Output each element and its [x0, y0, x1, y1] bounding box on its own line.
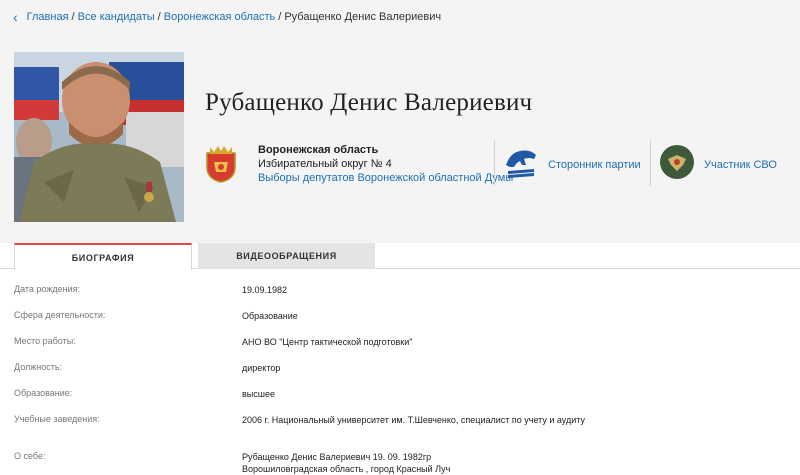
region-name: Воронежская область: [258, 144, 379, 156]
breadcrumb-separator: /: [157, 11, 161, 23]
party-bear-logo-icon: [504, 145, 538, 184]
bio-label: Дата рождения:: [14, 284, 80, 294]
party-supporter-badge[interactable]: Сторонник партии: [504, 145, 641, 184]
bio-label: Сфера деятельности:: [14, 310, 106, 320]
bio-label: Образование:: [14, 388, 73, 398]
bio-label: Должность:: [14, 362, 63, 372]
divider: [494, 140, 495, 186]
breadcrumb-all-candidates[interactable]: Все кандидаты: [78, 11, 155, 23]
svo-participant-badge[interactable]: Участник СВО: [660, 145, 777, 184]
bio-label: Учебные заведения:: [14, 414, 100, 424]
bio-label: Место работы:: [14, 336, 76, 346]
bio-value: 19.09.1982: [242, 285, 288, 295]
bio-value: АНО ВО "Центр тактической подготовки": [242, 337, 413, 347]
region-crest-icon: [204, 145, 238, 183]
bio-value: Образование: [242, 311, 298, 321]
bio-label: О себе:: [14, 451, 46, 461]
breadcrumb-separator: /: [278, 11, 282, 23]
bio-value: 2006 г. Национальный университет им. Т.Ш…: [242, 415, 586, 425]
tab-video[interactable]: ВИДЕООБРАЩЕНИЯ: [198, 243, 375, 269]
candidate-photo: [14, 52, 184, 222]
breadcrumb-region[interactable]: Воронежская область: [164, 11, 276, 23]
election-link[interactable]: Выборы депутатов Воронежской областной Д…: [258, 172, 513, 184]
breadcrumb-separator: /: [71, 11, 75, 23]
candidate-region-block: Воронежская область Избирательный округ …: [258, 143, 513, 185]
bio-value: высшее: [242, 389, 275, 399]
about-line: Рубащенко Денис Валериевич 19. 09. 1982г…: [242, 452, 432, 462]
about-line: Ворошиловградская область , город Красны…: [242, 464, 451, 474]
bio-value: Рубащенко Денис Валериевич 19. 09. 1982г…: [242, 451, 450, 475]
bio-value: директор: [242, 363, 281, 373]
chevron-left-icon[interactable]: ‹: [13, 10, 18, 24]
electoral-district: Избирательный округ № 4: [258, 158, 392, 170]
tab-biography[interactable]: БИОГРАФИЯ: [14, 243, 192, 270]
party-supporter-label: Сторонник партии: [548, 158, 641, 171]
breadcrumb-home[interactable]: Главная: [27, 11, 69, 23]
army-emblem-icon: [660, 145, 694, 184]
svo-participant-label: Участник СВО: [704, 158, 777, 171]
candidate-name: Рубащенко Денис Валериевич: [205, 89, 533, 116]
breadcrumb-current: Рубащенко Денис Валериевич: [284, 11, 442, 23]
divider: [650, 140, 651, 186]
breadcrumb: ‹ Главная / Все кандидаты / Воронежская …: [13, 10, 442, 24]
